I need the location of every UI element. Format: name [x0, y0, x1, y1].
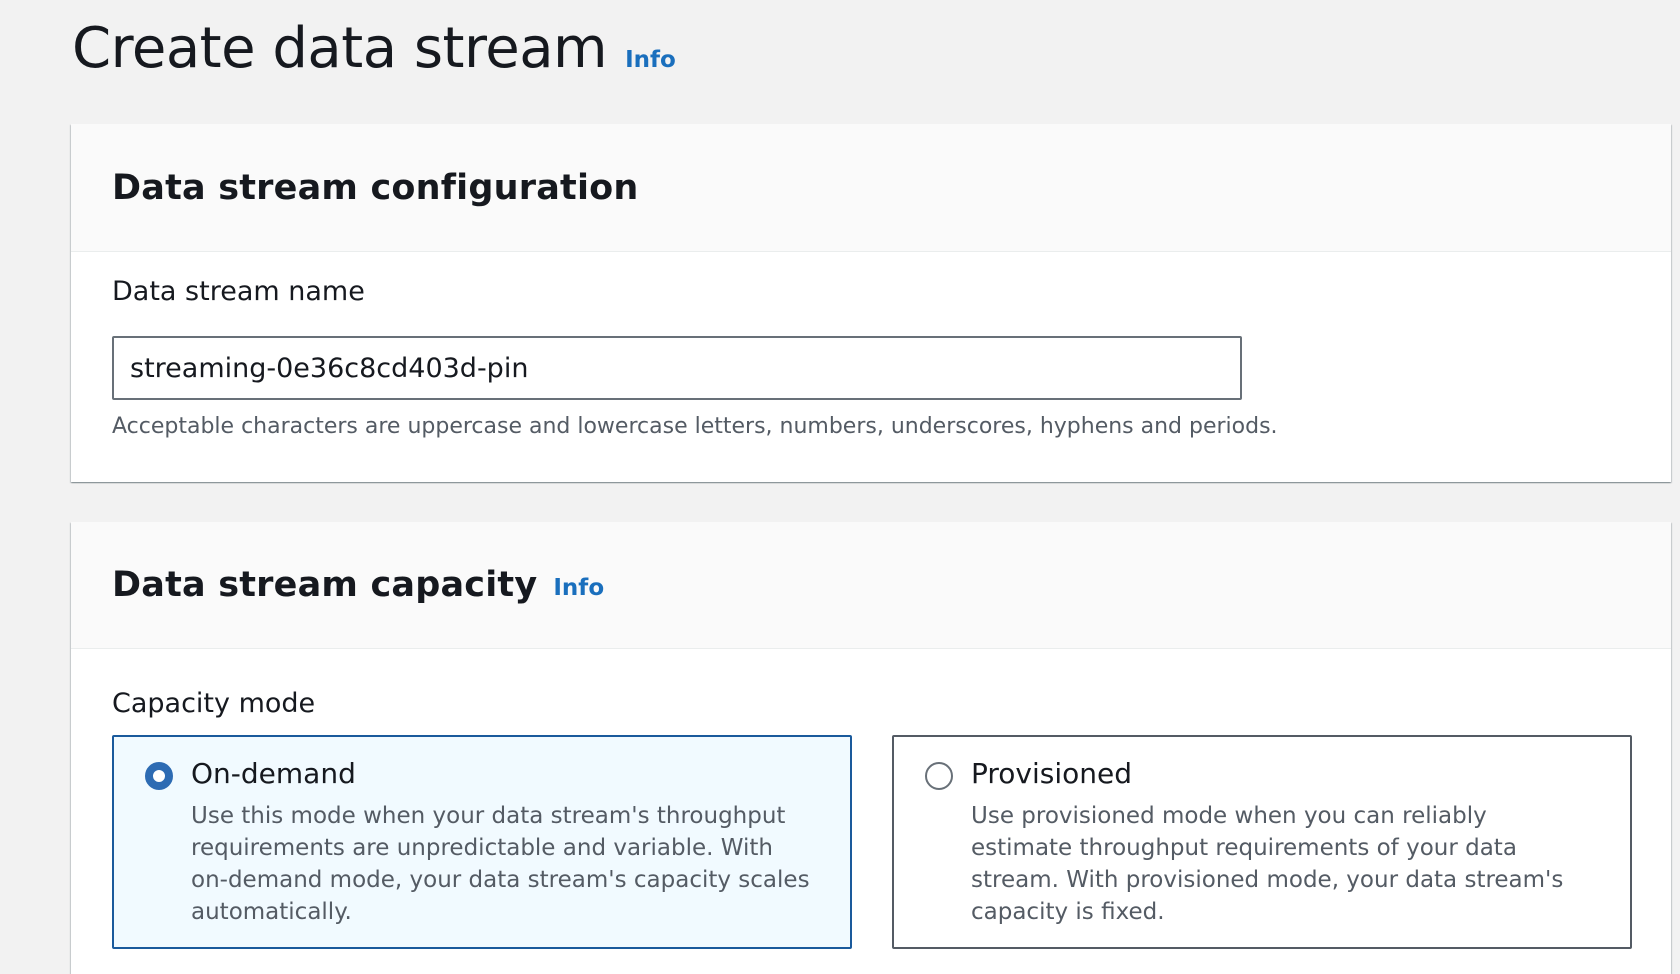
provisioned-label: Provisioned: [971, 757, 1133, 790]
capacity-mode-label: Capacity mode: [112, 688, 316, 719]
page-info-link[interactable]: Info: [625, 47, 676, 73]
panel-header: Data stream capacity Info: [71, 522, 1671, 649]
data-stream-name-hint: Acceptable characters are uppercase and …: [112, 414, 1278, 439]
panel-header: Data stream configuration: [71, 124, 1671, 252]
on-demand-description: Use this mode when your data stream's th…: [191, 803, 810, 925]
provisioned-option-tile[interactable]: Provisioned Use provisioned mode when yo…: [892, 735, 1632, 949]
data-stream-name-input[interactable]: [112, 336, 1242, 400]
provisioned-description: Use provisioned mode when you can reliab…: [971, 803, 1564, 925]
on-demand-radio[interactable]: [145, 762, 173, 790]
page-title: Create data stream: [72, 16, 608, 81]
data-stream-name-label: Data stream name: [112, 276, 365, 307]
panel-title: Data stream capacity: [112, 565, 538, 605]
on-demand-option-tile[interactable]: On-demand Use this mode when your data s…: [112, 735, 852, 949]
capacity-info-link[interactable]: Info: [553, 575, 604, 601]
page-header: Create data stream Info: [72, 14, 676, 84]
provisioned-radio[interactable]: [925, 762, 953, 790]
data-stream-capacity-panel: Data stream capacity Info Capacity mode …: [71, 522, 1671, 974]
panel-title: Data stream configuration: [112, 167, 639, 208]
on-demand-label: On-demand: [191, 757, 356, 790]
data-stream-configuration-panel: Data stream configuration Data stream na…: [71, 124, 1671, 482]
